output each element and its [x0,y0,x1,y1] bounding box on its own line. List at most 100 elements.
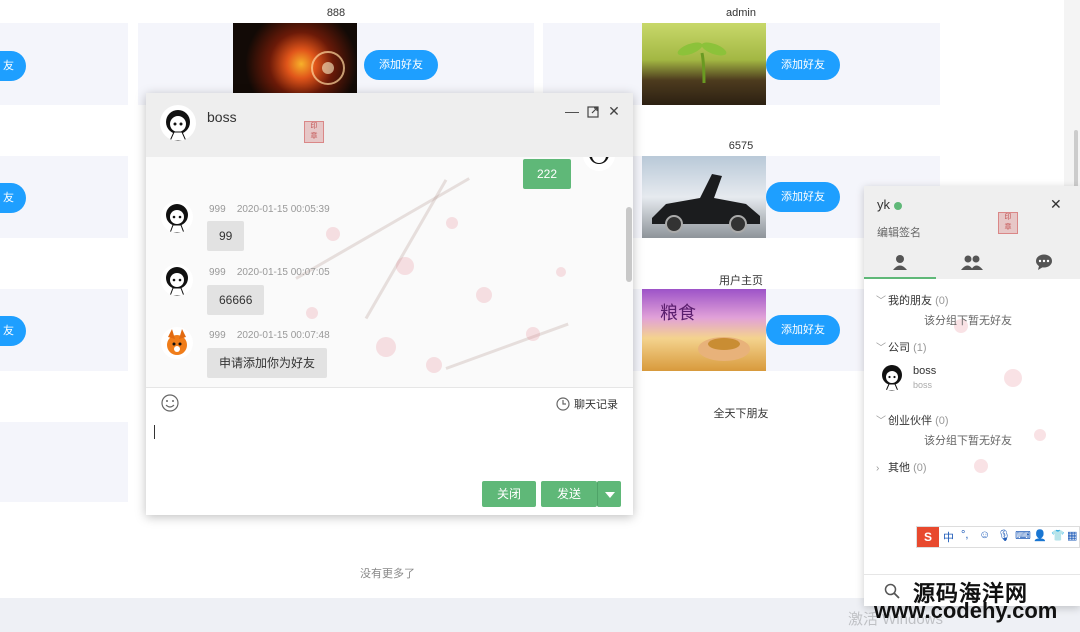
sender-name: 999 [209,267,226,278]
branch-decoration [445,322,569,370]
girl-avatar-icon [589,157,609,164]
tab-conversations[interactable] [1008,248,1080,279]
chat-toolbar: 聊天记录 [146,387,633,415]
contacts-panel: yk 编辑签名 印章 ✕ ﹀ 我的朋友 (0) 该分组下暂无好友 ﹀ 公司 (1) … [864,186,1080,606]
grain-hands-image: 粮食 [660,303,750,361]
friend-signature: boss [913,380,933,390]
add-friend-button[interactable]: 添加好友 [766,182,840,212]
ime-logo[interactable]: S [917,527,939,547]
panel-username[interactable]: yk [877,197,902,212]
chat-avatar[interactable] [160,105,196,141]
chevron-right-icon: › [876,463,880,474]
ime-punctuation[interactable]: °, [961,529,968,541]
send-options-button[interactable] [597,481,621,507]
add-friend-button[interactable]: 添加好友 [364,50,438,80]
friend-name: boss [913,365,937,377]
friend-avatar [878,363,906,391]
group-name: 我的朋友 [888,295,932,307]
emoji-icon[interactable]: ☺ [979,529,990,541]
user-avatar-image[interactable]: 粮食 [642,289,766,371]
empty-group-note: 该分组下暂无好友 [924,315,1012,327]
history-label: 聊天记录 [574,399,618,411]
sender-avatar[interactable] [161,201,193,233]
group-count: (0) [935,295,949,307]
message-time: 2020-01-15 00:07:48 [236,330,330,341]
girl-avatar-icon [166,267,188,296]
ime-language[interactable]: 中 [943,529,954,545]
user-icon[interactable]: 👤 [1033,529,1047,542]
chevron-down-icon: ﹀ [876,416,886,427]
keyboard-icon[interactable]: ⌨ [1015,529,1031,542]
message-bubble: 66666 [207,285,265,315]
group-name: 公司 [888,342,910,354]
user-name: admin [726,7,756,19]
blossom-decoration [556,267,566,277]
branch-decoration [295,177,470,280]
blossom-decoration [396,257,414,275]
chevron-down-icon: ﹀ [876,343,886,354]
shirt-icon[interactable]: 👕 [1051,529,1065,542]
user-name: 用户主页 [719,275,763,287]
branch-decoration [364,179,448,320]
text-caret [154,425,155,439]
group-header[interactable]: ﹀ 我的朋友 (0) [876,292,949,308]
user-name: 全天下朋友 [713,408,769,420]
user-name: 6575 [728,140,754,152]
tab-groups[interactable] [936,248,1008,279]
girl-avatar-icon [166,110,190,141]
clock-icon [556,397,570,411]
message-input[interactable] [146,415,633,475]
group-count: (0) [913,462,927,474]
chat-window: boss 印章 — ✕ 222 999 2020-01-15 00:05:39 [146,93,633,515]
close-icon[interactable]: ✕ [606,103,622,120]
emoji-icon[interactable] [161,394,179,415]
girl-avatar-icon [882,365,902,391]
friend-item[interactable]: boss boss [878,363,1068,395]
microphone-icon[interactable]: 🎙 [997,529,1011,542]
group-header[interactable]: ﹀ 公司 (1) [876,339,927,355]
group-icon [961,255,983,270]
person-icon [893,255,907,270]
chevron-down-icon [604,491,615,498]
history-button[interactable]: 聊天记录 [556,396,618,412]
chat-header[interactable]: boss 印章 — ✕ [146,93,633,157]
message-bubble: 99 [207,221,245,251]
blossom-decoration [1034,429,1046,441]
add-friend-button[interactable]: 添加好友 [766,50,840,80]
sender-avatar[interactable] [161,264,193,296]
blossom-decoration [526,327,540,341]
chevron-down-icon: ﹀ [876,296,886,307]
blossom-decoration [446,217,458,229]
chat-icon [1036,254,1052,270]
send-button[interactable]: 发送 [541,481,597,507]
tab-friends[interactable] [864,248,936,279]
my-avatar[interactable] [583,157,615,171]
sender-name: 999 [209,204,226,215]
sprout-image [677,42,727,84]
maximize-icon[interactable] [585,103,601,121]
blossom-decoration [476,287,492,303]
minimize-icon[interactable]: — [564,103,580,119]
ime-toolbar[interactable]: S 中 °, ☺ 🎙 ⌨ 👤 👕 ▦ [916,526,1080,548]
message-meta: 999 2020-01-15 00:05:39 [209,204,330,215]
group-header[interactable]: ﹀ 创业伙伴 (0) [876,412,949,428]
girl-avatar-icon [166,204,188,233]
blossom-decoration [326,227,340,241]
svg-text:粮食: 粮食 [660,303,696,324]
message-meta: 999 2020-01-15 00:07:05 [209,267,330,278]
fox-avatar-icon [167,329,187,355]
user-avatar-image[interactable] [642,156,766,238]
seal-stamp: 印章 [304,121,324,143]
user-avatar-image[interactable] [642,23,766,105]
panel-header[interactable]: yk 编辑签名 印章 ✕ [864,186,1080,279]
group-name: 创业伙伴 [888,415,932,427]
sender-avatar[interactable] [161,327,193,359]
chat-messages[interactable]: 222 999 2020-01-15 00:05:39 99 999 2020-… [146,157,633,387]
close-button[interactable]: 关闭 [482,481,536,507]
add-friend-button[interactable]: 添加好友 [766,315,840,345]
grid-icon[interactable]: ▦ [1067,529,1077,542]
chat-scrollbar[interactable] [626,207,632,282]
group-header[interactable]: › 其他 (0) [876,459,927,475]
close-icon[interactable]: ✕ [1050,196,1062,213]
signature-input[interactable]: 编辑签名 [877,224,921,240]
